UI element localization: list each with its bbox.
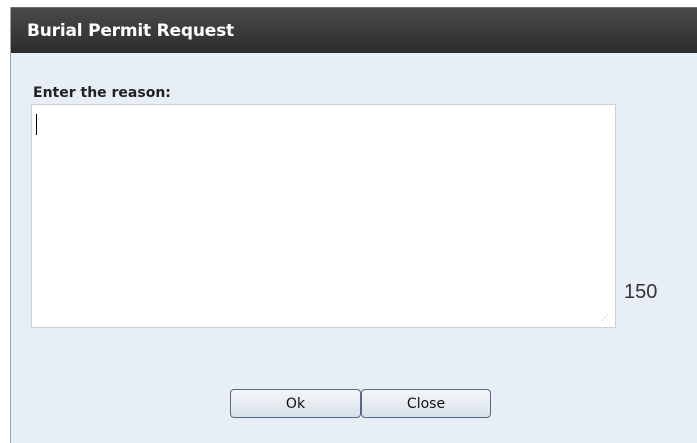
- reason-textarea[interactable]: [31, 104, 616, 328]
- dialog-title: Burial Permit Request: [27, 21, 234, 41]
- remaining-char-count: 150: [624, 281, 658, 303]
- dialog-title-bar[interactable]: Burial Permit Request: [11, 7, 697, 53]
- reason-prompt-label: Enter the reason:: [33, 85, 171, 101]
- ok-button[interactable]: Ok: [230, 389, 361, 418]
- close-button[interactable]: Close: [361, 389, 491, 418]
- burial-permit-dialog: Burial Permit Request Enter the reason: …: [10, 7, 697, 443]
- resize-grip-icon[interactable]: ⋰: [601, 313, 611, 323]
- text-cursor: [36, 114, 37, 135]
